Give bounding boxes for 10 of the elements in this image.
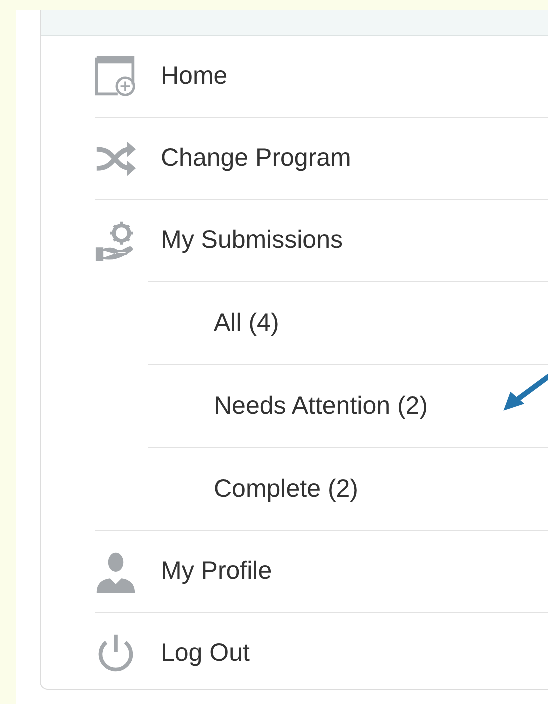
- submenu-item[interactable]: Complete (2): [214, 474, 358, 504]
- menu-item[interactable]: Log Out: [161, 639, 250, 668]
- person-icon: [95, 550, 137, 592]
- menu-item[interactable]: My Profile: [161, 557, 272, 586]
- menu-item[interactable]: Change Program: [161, 144, 352, 173]
- submenu-item[interactable]: All (4): [214, 308, 280, 338]
- submenu-item[interactable]: Needs Attention (2): [214, 392, 428, 420]
- menu-item[interactable]: Home: [161, 62, 228, 91]
- calendar-plus-icon: [95, 56, 137, 98]
- menu-item[interactable]: My Submissions: [161, 226, 343, 255]
